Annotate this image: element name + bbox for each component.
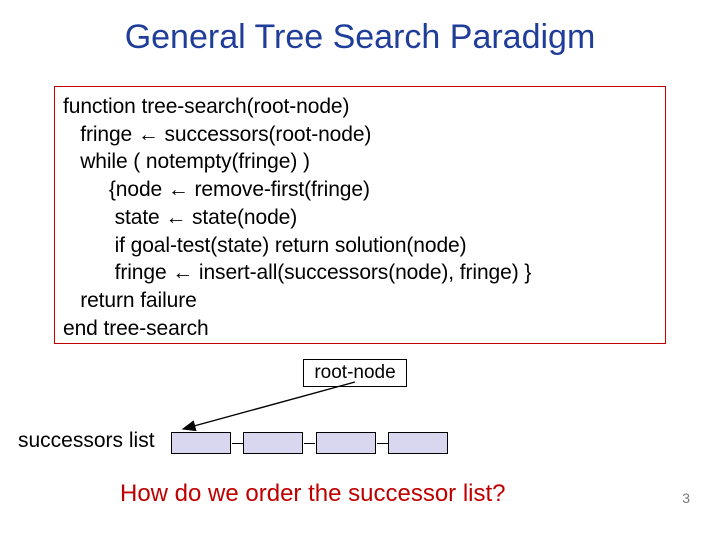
code-line: state ← state(node) [63, 204, 657, 232]
list-node-box [316, 432, 376, 454]
pseudocode-box: function tree-search(root-node) fringe ←… [54, 86, 666, 344]
arrow-icon [175, 379, 358, 434]
page-title: General Tree Search Paradigm [0, 18, 720, 57]
list-connector [304, 443, 315, 444]
code-line: function tree-search(root-node) [63, 93, 657, 121]
successors-list-label: successors list [18, 429, 155, 453]
list-node-box [388, 432, 448, 454]
code-line: return failure [63, 287, 657, 315]
list-node-box [243, 432, 303, 454]
code-line: fringe ← successors(root-node) [63, 121, 657, 149]
code-line: end tree-search [63, 315, 657, 343]
list-node-box [171, 432, 231, 454]
slide: General Tree Search Paradigm function tr… [0, 0, 720, 540]
question-text: How do we order the successor list? [120, 480, 506, 508]
list-connector [377, 443, 388, 444]
code-line: if goal-test(state) return solution(node… [63, 232, 657, 260]
code-line: {node ← remove-first(fringe) [63, 176, 657, 204]
page-number: 3 [682, 490, 690, 506]
list-connector [232, 443, 243, 444]
code-line: while ( notempty(fringe) ) [63, 148, 657, 176]
code-line: fringe ← insert-all(successors(node), fr… [63, 259, 657, 287]
